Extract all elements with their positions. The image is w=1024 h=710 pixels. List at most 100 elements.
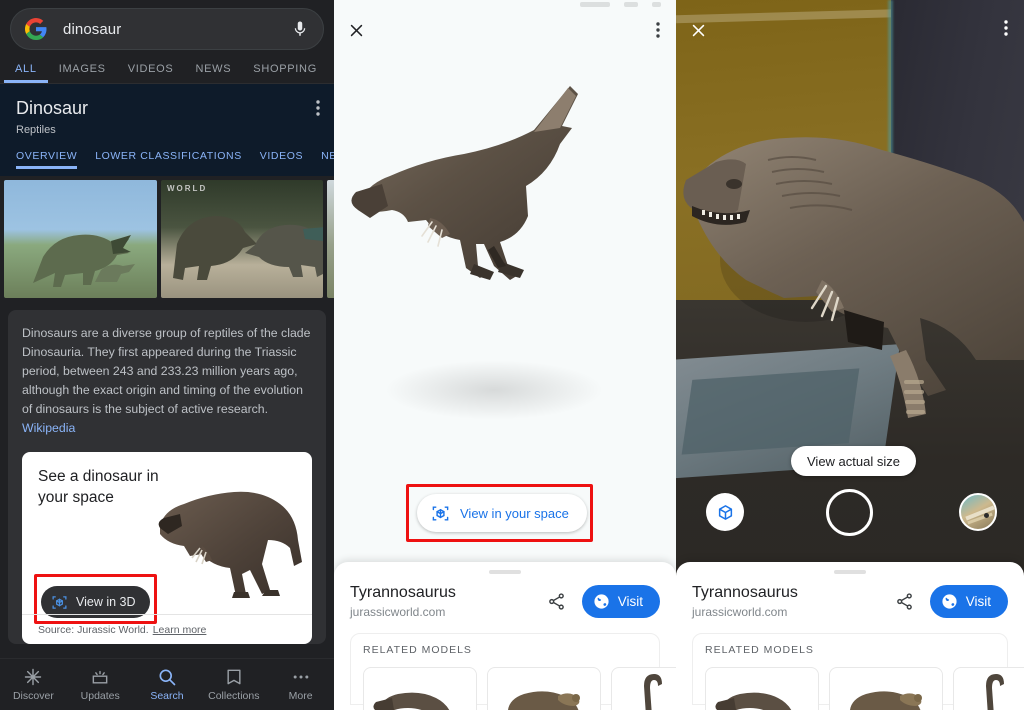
related-model-item[interactable]	[705, 667, 819, 710]
related-models-card: RELATED MODELS	[350, 633, 676, 710]
kp-tab-overview[interactable]: OVERVIEW	[16, 150, 78, 169]
discover-icon	[0, 667, 67, 687]
status-bar-glyphs	[580, 2, 661, 7]
view-in-your-space-button[interactable]: View in your space	[417, 494, 587, 532]
google-g-icon	[25, 18, 47, 40]
tyrannosaurus-image	[158, 491, 302, 598]
knowledge-panel-image-strip: WORLD	[0, 176, 334, 302]
sheet-title-group: Tyrannosaurus jurassicworld.com	[692, 584, 895, 619]
model-title: Tyrannosaurus	[692, 584, 798, 601]
sheet-header: Tyrannosaurus jurassicworld.com Visit	[350, 584, 660, 619]
image-thumbnail[interactable]	[4, 180, 157, 298]
status-pill	[624, 2, 638, 7]
related-model-item[interactable]	[363, 667, 477, 710]
view-actual-size-label: View actual size	[807, 453, 900, 469]
related-models-card: RELATED MODELS	[692, 633, 1024, 710]
learn-more-link[interactable]: Learn more	[153, 624, 207, 636]
more-options-icon[interactable]	[656, 22, 660, 38]
kp-tab-videos[interactable]: VIDEOS	[260, 150, 303, 169]
model-viewer-panel: View in your space Tyrannosaurus jurassi…	[334, 0, 676, 710]
knowledge-panel-description-card: Dinosaurs are a diverse group of reptile…	[8, 310, 326, 644]
ar-card-source: Source: Jurassic World. Learn more	[22, 614, 312, 644]
sheet-drag-handle[interactable]	[489, 570, 521, 574]
close-icon[interactable]	[690, 22, 707, 39]
view-actual-size-button[interactable]: View actual size	[791, 446, 916, 476]
description-body: Dinosaurs are a diverse group of reptile…	[22, 326, 311, 416]
ar-cube-icon	[51, 594, 68, 611]
related-model-item[interactable]	[487, 667, 601, 710]
ar-camera-panel: View actual size Tyrannosaurus jurassicw…	[676, 0, 1024, 710]
tyrannosaurus-3d-model[interactable]	[334, 60, 676, 420]
tab-videos[interactable]: VIDEOS	[117, 63, 185, 83]
nav-item-updates[interactable]: Updates	[67, 667, 134, 702]
tab-images[interactable]: IMAGES	[48, 63, 117, 83]
related-models-label: RELATED MODELS	[705, 644, 814, 656]
nav-item-search[interactable]: Search	[134, 667, 201, 702]
model-info-sheet: Tyrannosaurus jurassicworld.com Visit RE…	[334, 562, 676, 710]
model-title: Tyrannosaurus	[350, 584, 456, 601]
ar-cube-icon	[431, 504, 450, 523]
globe-icon	[593, 593, 610, 610]
search-bar-container: dinosaur	[0, 0, 334, 50]
search-input[interactable]: dinosaur	[10, 8, 324, 50]
ar-cube-icon	[716, 503, 735, 522]
3d-model-canvas[interactable]	[334, 60, 676, 470]
microphone-icon[interactable]	[291, 18, 309, 40]
knowledge-panel-tabs: OVERVIEW LOWER CLASSIFICATIONS VIDEOS NE…	[16, 150, 334, 169]
related-model-item[interactable]	[953, 667, 1024, 710]
model-source-domain: jurassicworld.com	[350, 605, 446, 619]
image-thumbnail[interactable]: WORLD	[161, 180, 323, 298]
close-icon[interactable]	[348, 22, 365, 39]
visit-button[interactable]: Visit	[929, 585, 1008, 618]
bottom-navigation-bar: Discover Updates Search Collections More	[0, 658, 334, 710]
updates-icon	[67, 667, 134, 687]
nav-label-more: More	[288, 690, 313, 702]
kp-tab-news[interactable]: NEWS	[321, 150, 334, 169]
share-icon[interactable]	[547, 592, 566, 611]
tab-all[interactable]: ALL	[4, 63, 48, 83]
related-models-row	[363, 667, 676, 710]
nav-label-updates: Updates	[80, 690, 120, 702]
visit-label: Visit	[617, 594, 643, 609]
more-dots-icon	[267, 667, 334, 687]
source-text: Source: Jurassic World.	[38, 623, 149, 636]
ar-mode-toggle-button[interactable]	[706, 493, 744, 531]
nav-item-more[interactable]: More	[267, 667, 334, 702]
wikipedia-link[interactable]: Wikipedia	[22, 421, 75, 435]
collections-bookmark-icon	[200, 667, 267, 687]
nav-label-discover: Discover	[12, 690, 54, 702]
gallery-thumbnail-button[interactable]	[959, 493, 997, 531]
model-viewer-topbar	[334, 0, 676, 62]
nav-item-collections[interactable]: Collections	[200, 667, 267, 702]
globe-icon	[941, 593, 958, 610]
tab-shopping[interactable]: SHOPPING	[242, 63, 328, 83]
share-icon[interactable]	[895, 592, 914, 611]
related-model-item[interactable]	[611, 667, 676, 710]
image-thumbnail[interactable]	[327, 180, 334, 298]
google-app-panel: dinosaur ALL IMAGES VIDEOS NEWS SHOPPING…	[0, 0, 334, 710]
view-in-your-space-label: View in your space	[460, 505, 569, 521]
more-options-icon[interactable]	[316, 100, 320, 116]
nav-label-collections: Collections	[208, 690, 260, 702]
sheet-drag-handle[interactable]	[834, 570, 866, 574]
search-tabs: ALL IMAGES VIDEOS NEWS SHOPPING BOOK	[0, 50, 334, 84]
sheet-title-group: Tyrannosaurus jurassicworld.com	[350, 584, 547, 619]
knowledge-panel-header: Dinosaur Reptiles OVERVIEW LOWER CLASSIF…	[0, 84, 334, 176]
more-options-icon[interactable]	[1004, 20, 1008, 36]
camera-shutter-button[interactable]	[826, 489, 873, 536]
related-models-row	[705, 667, 1024, 710]
search-icon	[134, 667, 201, 687]
kp-tab-lower-classifications[interactable]: LOWER CLASSIFICATIONS	[95, 150, 242, 169]
visit-button[interactable]: Visit	[581, 585, 660, 618]
tab-news[interactable]: NEWS	[184, 63, 242, 83]
gallery-thumb-detail	[984, 513, 989, 518]
model-info-sheet: Tyrannosaurus jurassicworld.com Visit RE…	[676, 562, 1024, 710]
search-query-text[interactable]: dinosaur	[63, 21, 291, 38]
nav-item-discover[interactable]: Discover	[0, 667, 67, 702]
related-model-item[interactable]	[829, 667, 943, 710]
view-in-3d-label: View in 3D	[76, 595, 136, 609]
ar-topbar	[676, 0, 1024, 60]
image-watermark-label: WORLD	[167, 184, 208, 193]
knowledge-panel-subtitle: Reptiles	[16, 124, 56, 136]
sheet-header: Tyrannosaurus jurassicworld.com Visit	[692, 584, 1008, 619]
